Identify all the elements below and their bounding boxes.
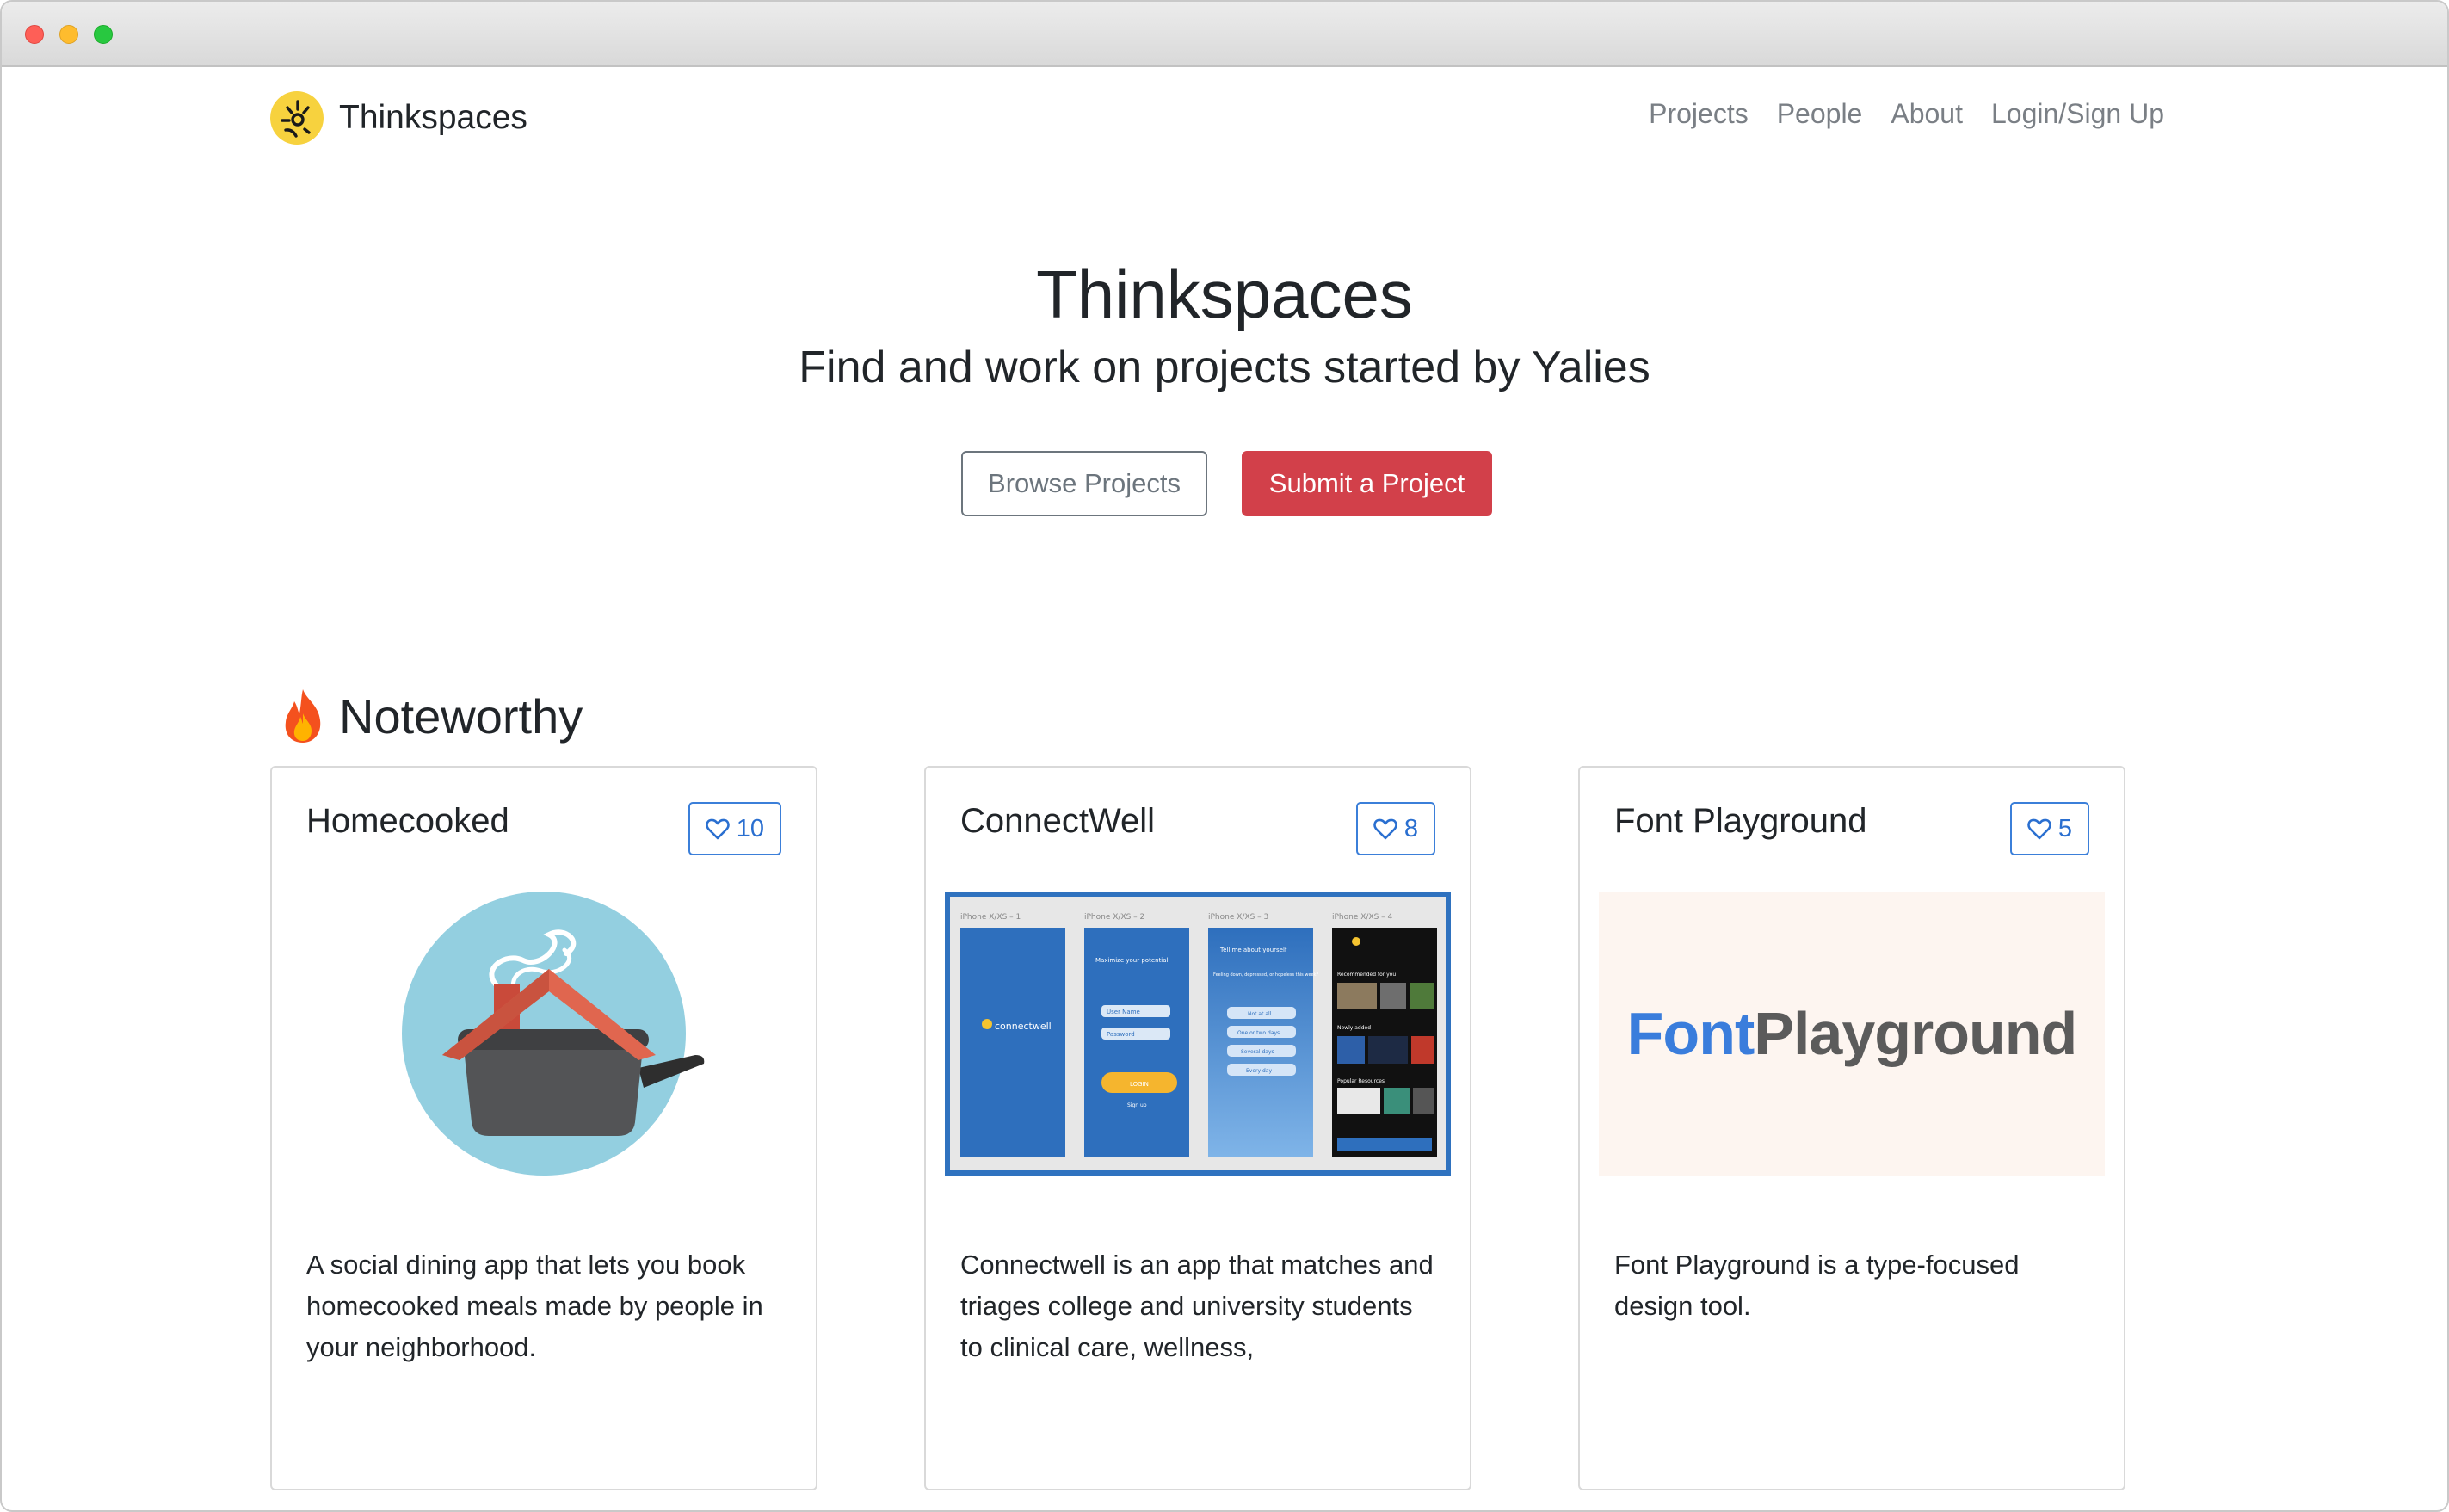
maximize-window-button[interactable] bbox=[94, 25, 113, 44]
screen-option: Every day bbox=[1246, 1068, 1272, 1074]
screen-label: iPhone X/XS – 1 bbox=[960, 913, 1021, 922]
like-count: 5 bbox=[2057, 814, 2072, 842]
heart-icon bbox=[1373, 818, 1397, 840]
screen-section: Newly added bbox=[1337, 1025, 1371, 1031]
browse-projects-button[interactable]: Browse Projects bbox=[961, 451, 1207, 516]
section-title: Noteworthy bbox=[339, 688, 583, 744]
screen-signup: Sign up bbox=[1127, 1102, 1147, 1108]
nav-link-about[interactable]: About bbox=[1891, 98, 1963, 130]
heart-icon bbox=[705, 818, 730, 840]
screen-option: One or two days bbox=[1237, 1030, 1280, 1036]
like-button[interactable]: 10 bbox=[688, 802, 781, 855]
like-count: 10 bbox=[736, 814, 764, 842]
like-button[interactable]: 8 bbox=[1355, 802, 1435, 855]
submit-project-button[interactable]: Submit a Project bbox=[1242, 451, 1492, 516]
screen-option: Not at all bbox=[1248, 1011, 1272, 1017]
screen-option: Several days bbox=[1241, 1049, 1274, 1055]
close-window-button[interactable] bbox=[25, 25, 44, 44]
connectwell-screenshots: iPhone X/XS – 1 connectwell iPhone X/XS … bbox=[945, 892, 1451, 1176]
noteworthy-heading: Noteworthy bbox=[279, 682, 583, 750]
logo-part-font: Font bbox=[1626, 1000, 1755, 1067]
screen-brand: connectwell bbox=[995, 1021, 1052, 1032]
hero-subtitle: Find and work on projects started by Yal… bbox=[799, 343, 1650, 392]
font-playground-logo: FontPlayground bbox=[1599, 892, 2105, 1176]
nav-link-login[interactable]: Login/Sign Up bbox=[1991, 98, 2164, 130]
screen-login: LOGIN bbox=[1130, 1081, 1149, 1088]
screen-label: iPhone X/XS – 3 bbox=[1208, 913, 1268, 922]
card-title: ConnectWell bbox=[960, 802, 1156, 840]
window-titlebar bbox=[2, 2, 2447, 67]
screen-field: User Name bbox=[1107, 1009, 1140, 1015]
screen-section: Recommended for you bbox=[1337, 972, 1396, 978]
nav-links: Projects People About Login/Sign Up bbox=[1620, 98, 2164, 130]
card-description: A social dining app that lets you book h… bbox=[306, 1250, 763, 1362]
like-button[interactable]: 5 bbox=[2009, 802, 2089, 855]
card-title: Homecooked bbox=[306, 802, 509, 840]
screen-label: iPhone X/XS – 4 bbox=[1332, 913, 1393, 922]
screen-section: Popular Resources bbox=[1337, 1078, 1385, 1084]
card-title: Font Playground bbox=[1614, 802, 1867, 840]
brand-name: Thinkspaces bbox=[339, 99, 527, 136]
screen-label: iPhone X/XS – 2 bbox=[1084, 913, 1144, 922]
screen-heading: Tell me about yourself bbox=[1219, 947, 1287, 953]
card-description: Font Playground is a type-focused design… bbox=[1614, 1250, 2020, 1321]
fire-icon bbox=[285, 689, 321, 743]
browser-window: Thinkspaces Projects People About Login/… bbox=[0, 0, 2449, 1512]
hero-section: Thinkspaces Find and work on projects st… bbox=[2, 251, 2447, 516]
heart-icon bbox=[2027, 818, 2051, 840]
hero-buttons: Browse Projects Submit a Project bbox=[2, 451, 2447, 516]
project-card-connectwell[interactable]: ConnectWell 8 iPhone X/XS – 1 connectwel… bbox=[924, 766, 1471, 1490]
homecooked-pot-icon bbox=[402, 892, 705, 1176]
nav-link-people[interactable]: People bbox=[1777, 98, 1863, 130]
project-card-font-playground[interactable]: Font Playground 5 FontPlayground Font Pl… bbox=[1578, 766, 2125, 1490]
hero-title: Thinkspaces bbox=[1036, 256, 1413, 332]
nav-link-projects[interactable]: Projects bbox=[1649, 98, 1749, 130]
screen-question: Feeling down, depressed, or hopeless thi… bbox=[1213, 972, 1319, 978]
screen-field: Password bbox=[1107, 1031, 1135, 1038]
brand-link[interactable]: Thinkspaces bbox=[270, 91, 527, 145]
card-description: Connectwell is an app that matches and t… bbox=[960, 1250, 1434, 1362]
screen-heading: Maximize your potential bbox=[1095, 957, 1169, 964]
thinkspaces-logo-icon bbox=[270, 91, 324, 145]
like-count: 8 bbox=[1403, 814, 1418, 842]
project-card-homecooked[interactable]: Homecooked 10 A social dining app that l… bbox=[270, 766, 817, 1490]
navbar: Thinkspaces Projects People About Login/… bbox=[2, 67, 2447, 167]
minimize-window-button[interactable] bbox=[59, 25, 78, 44]
logo-part-playground: Playground bbox=[1754, 1000, 2077, 1067]
